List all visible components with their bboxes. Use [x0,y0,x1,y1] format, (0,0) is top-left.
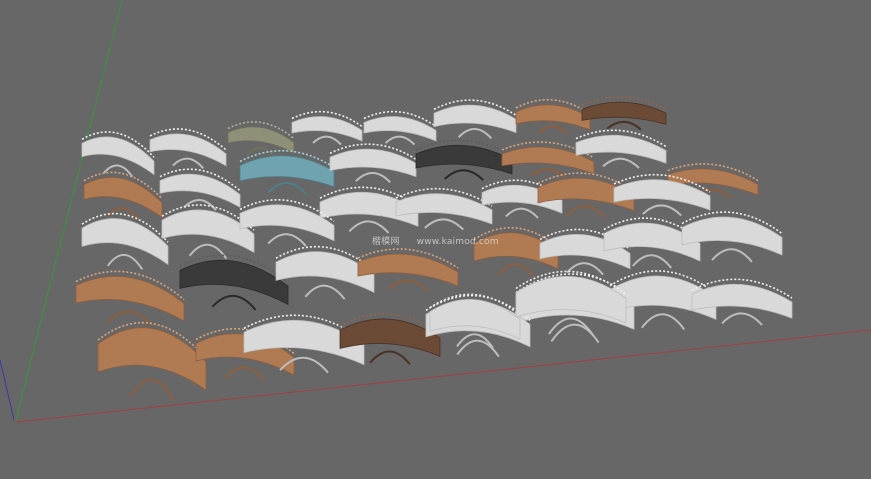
bridge-07-arch [537,125,569,136]
bridge-16[interactable] [159,168,241,211]
bridge-04-arch [312,135,342,146]
watermark-url: www.kaimod.com [416,237,499,247]
bridge-22-deck [81,218,169,266]
bridge-06[interactable] [433,99,517,140]
bridge-37-arch [224,366,266,382]
watermark: 楷模网 www.kaimod.com [372,234,513,247]
bridge-models [75,96,793,402]
bridge-05[interactable] [363,110,437,146]
bridge-02[interactable] [149,128,227,170]
bridge-16-deck [159,173,241,208]
bridge-30-arch [304,284,346,300]
bridge-27-arch [632,254,672,269]
bridge-34-arch [641,313,686,330]
bridge-28-arch [711,248,753,263]
bridge-18-arch [424,218,464,231]
blue-axis [0,359,15,421]
watermark-cn: 楷模网 [372,237,400,247]
bridge-20-arch [566,205,606,218]
bridge-35[interactable] [691,278,793,326]
bridge-13-arch [602,157,640,169]
bridge-32-deck [75,275,185,322]
bridge-36-arch [129,378,175,402]
bridge-29[interactable] [179,254,289,311]
3d-viewport[interactable]: 楷模网 www.kaimod.com [0,0,871,479]
bridge-09[interactable] [239,149,335,195]
bridge-04[interactable] [291,110,363,146]
bridge-07[interactable] [515,98,591,136]
bridge-39-arch [369,350,411,366]
bridge-01-deck [81,136,155,176]
bridge-15[interactable] [83,171,163,221]
bridge-32[interactable] [75,270,185,327]
bridge-19-arch [505,207,539,219]
bridge-25-arch [498,263,534,278]
bridge-15-deck [83,177,163,219]
bridge-08[interactable] [581,96,667,131]
bridge-03-arch [247,146,275,157]
bridge-01[interactable] [81,131,155,178]
bridge-29-arch [211,294,257,311]
bridge-12-arch [528,168,568,179]
bridge-10[interactable] [329,143,417,184]
bridge-08-arch [606,120,642,131]
bridge-09-arch [267,182,307,195]
bridge-42-arch [548,317,594,336]
bridge-36[interactable] [97,321,207,402]
bridge-11-arch [444,169,484,181]
bridge-06-arch [457,127,493,140]
bridge-40-arch [456,339,500,358]
bridge-05-arch [384,135,416,146]
bridge-11[interactable] [415,139,513,181]
bridge-02-arch [172,157,204,170]
bridge-03-deck [227,126,295,154]
bridge-31-arch [387,279,429,292]
bridge-21-arch [642,204,682,217]
bridge-22[interactable] [81,212,169,270]
bridge-17-arch [348,220,390,234]
bridge-35-arch [721,312,763,326]
bridge-22-arch [106,254,144,270]
bridge-10-arch [355,171,391,184]
bridge-02-deck [149,133,227,167]
bridge-29-deck [179,259,289,306]
bridge-24-arch [267,233,307,247]
